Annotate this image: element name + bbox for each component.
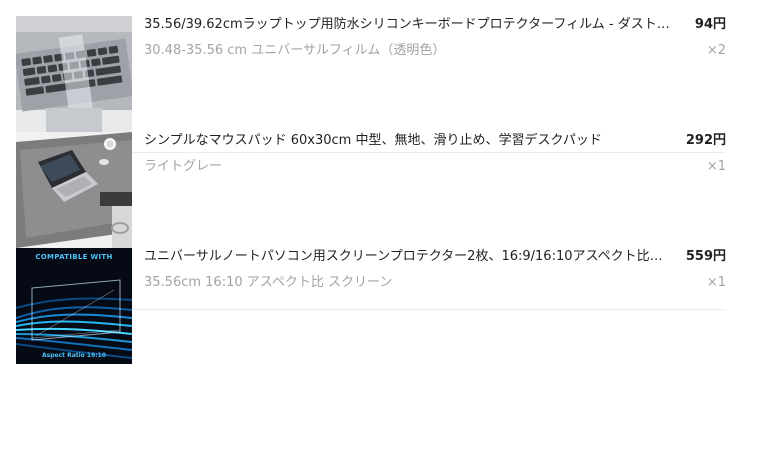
- item-variant: 35.56cm 16:10 アスペクト比 スクリーン: [144, 275, 393, 290]
- list-item[interactable]: 35.56/39.62cmラップトップ用防水シリコンキーボードプロテクターフィル…: [16, 16, 726, 132]
- screen-protector-photo[interactable]: COMPATIBLE WITH Aspect Ratio 16:10: [16, 248, 132, 364]
- keyboard-cover-photo[interactable]: [16, 16, 132, 132]
- item-variant: 30.48-35.56 cm ユニバーサルフィルム（透明色）: [144, 43, 446, 58]
- item-quantity: ×1: [706, 275, 726, 290]
- item-title[interactable]: 35.56/39.62cmラップトップ用防水シリコンキーボードプロテクターフィル…: [144, 16, 674, 34]
- item-title[interactable]: シンプルなマウスパッド 60x30cm 中型、無地、滑り止め、学習デスクパッド: [144, 132, 674, 150]
- item-title[interactable]: ユニバーサルノートパソコン用スクリーンプロテクター2枚、16:9/16:10アス…: [144, 248, 674, 266]
- image-caption-bottom: Aspect Ratio 16:10: [42, 352, 106, 359]
- list-item[interactable]: シンプルなマウスパッド 60x30cm 中型、無地、滑り止め、学習デスクパッド …: [16, 132, 726, 248]
- item-quantity: ×2: [706, 43, 726, 58]
- image-caption-top: COMPATIBLE WITH: [35, 253, 113, 261]
- desk-mousepad-photo[interactable]: [16, 132, 132, 248]
- item-variant: ライトグレー: [144, 159, 223, 174]
- item-price: 292円: [685, 133, 726, 148]
- item-quantity: ×1: [706, 159, 726, 174]
- order-item-list: 35.56/39.62cmラップトップ用防水シリコンキーボードプロテクターフィル…: [16, 16, 726, 364]
- list-item[interactable]: COMPATIBLE WITH Aspect Ratio 16:10 ユニバーサ…: [16, 248, 726, 364]
- item-price: 559円: [685, 249, 726, 264]
- item-price: 94円: [694, 17, 726, 32]
